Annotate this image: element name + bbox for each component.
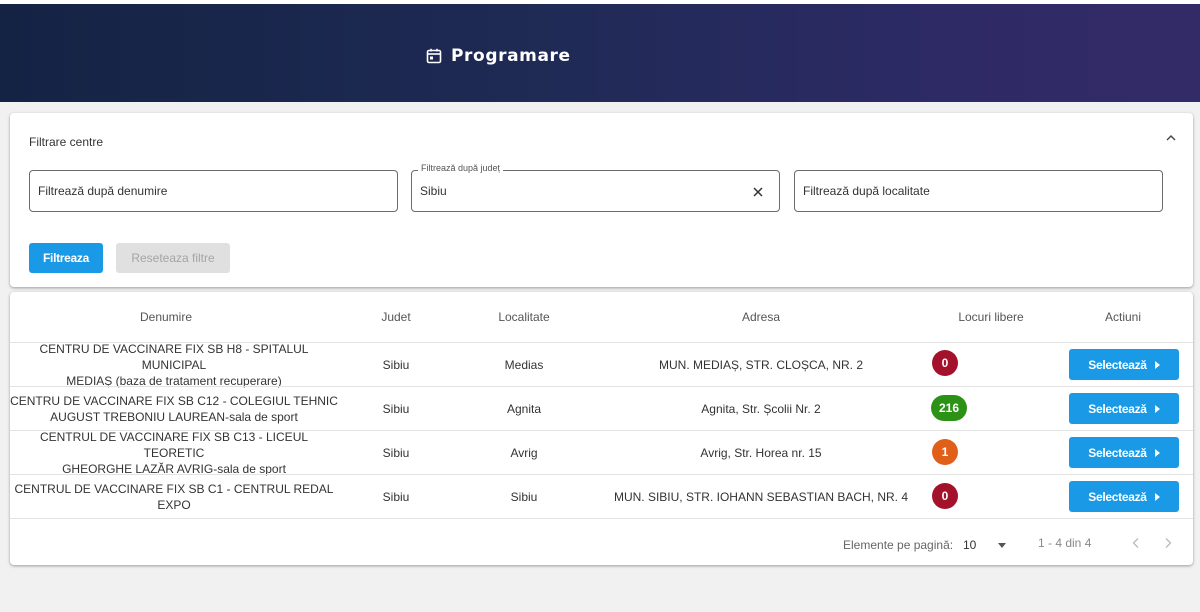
reset-filters-button[interactable]: Reseteaza filtre <box>116 243 230 273</box>
center-name-line: AUGUST TREBONIU LAUREAN-sala de sport <box>50 409 298 424</box>
address-cell: MUN. SIBIU, STR. IOHANN SEBASTIAN BACH, … <box>613 489 909 504</box>
locality-filter-input[interactable] <box>803 171 1123 211</box>
column-header-actions: Actiuni <box>1104 310 1142 324</box>
arrow-right-icon <box>1154 404 1160 413</box>
locality-cell: Agnita <box>506 401 542 416</box>
center-name-line: CENTRUL DE VACCINARE FIX SB C1 - CENTRUL… <box>14 481 334 496</box>
locality-filter-field <box>794 170 1163 212</box>
dropdown-arrow-icon <box>998 543 1006 548</box>
column-header-county: Judet <box>381 310 411 324</box>
page-title: Programare <box>451 46 571 66</box>
centers-table: Denumire Judet Localitate Adresa Locuri … <box>10 292 1193 565</box>
select-button[interactable]: Selectează <box>1069 481 1179 512</box>
center-name-cell: CENTRU DE VACCINARE FIX SB C12 - COLEGIU… <box>10 387 338 430</box>
locality-cell: Medias <box>504 357 544 372</box>
free-slots-badge: 0 <box>932 483 958 509</box>
header-title-group: Programare <box>426 46 571 66</box>
center-name-line: EXPO <box>157 497 191 512</box>
calendar-icon <box>426 48 442 64</box>
filter-panel: Filtrare centre Filtrează după județ Fil… <box>10 113 1193 287</box>
page-range-label: 1 - 4 din 4 <box>1038 536 1092 550</box>
page-size-value: 10 <box>963 538 977 552</box>
free-slots-badge: 216 <box>931 395 968 421</box>
address-cell: Avrig, Str. Horea nr. 15 <box>700 445 822 460</box>
select-button[interactable]: Selectează <box>1069 437 1179 468</box>
county-filter-input[interactable] <box>420 171 740 211</box>
arrow-right-icon <box>1154 492 1160 501</box>
select-button[interactable]: Selectează <box>1069 393 1179 424</box>
arrow-right-icon <box>1154 448 1160 457</box>
county-cell: Sibiu <box>382 357 410 372</box>
name-filter-input[interactable] <box>38 171 358 211</box>
address-cell: MUN. MEDIAȘ, STR. CLOȘCA, NR. 2 <box>658 357 864 372</box>
clear-icon[interactable] <box>751 185 765 199</box>
free-slots-badge: 1 <box>932 439 958 465</box>
select-button-label: Selectează <box>1088 357 1147 372</box>
arrow-right-icon <box>1154 360 1160 369</box>
select-button-label: Selectează <box>1088 445 1147 460</box>
center-name-cell: CENTRUL DE VACCINARE FIX SB C1 - CENTRUL… <box>10 475 338 518</box>
locality-cell: Avrig <box>510 445 538 460</box>
center-name-line: CENTRU DE VACCINARE FIX SB C12 - COLEGIU… <box>10 393 338 408</box>
address-cell: Agnita, Str. Școlii Nr. 2 <box>701 401 821 416</box>
chevron-right-icon[interactable] <box>1161 536 1175 550</box>
filter-panel-title: Filtrare centre <box>29 135 104 149</box>
center-name-line: CENTRUL DE VACCINARE FIX SB C13 - LICEUL… <box>39 429 309 460</box>
filter-button[interactable]: Filtreaza <box>29 243 103 273</box>
row-divider <box>10 518 1193 519</box>
page-size-label: Elemente pe pagină: <box>843 538 954 552</box>
center-name-line: CENTRU DE VACCINARE FIX SB H8 - SPITALUL… <box>39 341 309 372</box>
column-header-address: Adresa <box>741 310 781 324</box>
center-name-cell: CENTRU DE VACCINARE FIX SB H8 - SPITALUL… <box>10 341 338 388</box>
chevron-up-icon[interactable] <box>1164 131 1178 145</box>
app-header: Programare <box>0 4 1200 102</box>
locality-cell: Sibiu <box>510 489 538 504</box>
free-slots-badge: 0 <box>932 350 958 376</box>
select-button[interactable]: Selectează <box>1069 349 1179 380</box>
page-size-select[interactable]: 10 <box>963 536 1011 554</box>
county-cell: Sibiu <box>382 489 410 504</box>
select-button-label: Selectează <box>1088 401 1147 416</box>
column-header-name: Denumire <box>139 310 193 324</box>
county-cell: Sibiu <box>382 445 410 460</box>
chevron-left-icon[interactable] <box>1129 536 1143 550</box>
column-header-free-slots: Locuri libere <box>958 310 1024 324</box>
county-cell: Sibiu <box>382 401 410 416</box>
select-button-label: Selectează <box>1088 489 1147 504</box>
county-filter-field: Filtrează după județ <box>411 163 780 212</box>
column-header-locality: Localitate <box>498 310 550 324</box>
center-name-cell: CENTRUL DE VACCINARE FIX SB C13 - LICEUL… <box>10 429 338 476</box>
name-filter-field <box>29 170 398 212</box>
